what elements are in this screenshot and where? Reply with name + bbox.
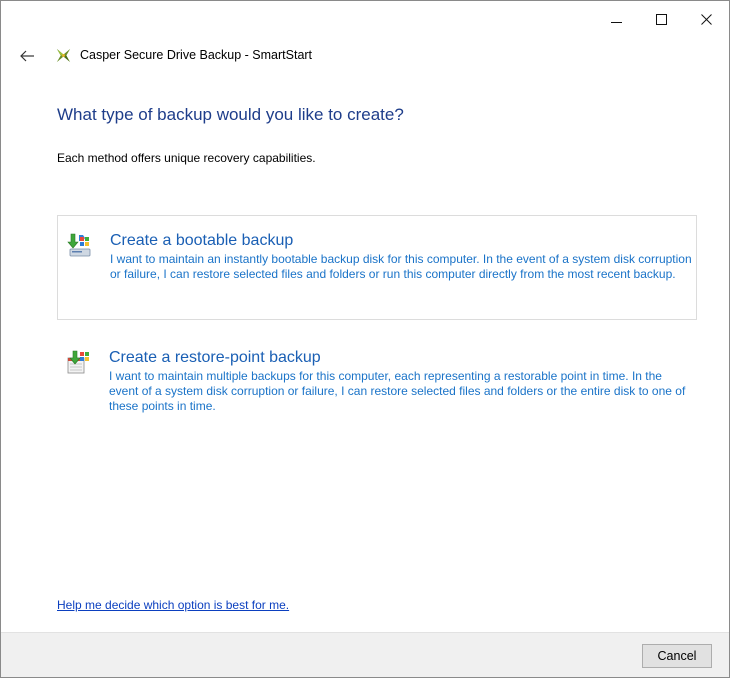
restore-point-backup-title: Create a restore-point backup — [109, 349, 321, 366]
casper-app-icon — [56, 48, 71, 63]
page-heading: What type of backup would you like to cr… — [57, 105, 404, 124]
restore-point-backup-description: I want to maintain multiple backups for … — [109, 369, 686, 413]
help-decide-link[interactable]: Help me decide which option is best for … — [57, 598, 289, 612]
window-controls — [594, 1, 729, 37]
wizard-window: Casper Secure Drive Backup - SmartStart … — [0, 0, 730, 678]
bootable-backup-description: I want to maintain an instantly bootable… — [110, 252, 692, 281]
bootable-backup-option[interactable]: Create a bootable backup I want to maint… — [57, 215, 697, 320]
bootable-backup-title: Create a bootable backup — [110, 232, 294, 249]
maximize-button[interactable] — [639, 1, 684, 37]
maximize-icon — [656, 13, 667, 25]
cancel-button[interactable]: Cancel — [642, 644, 712, 668]
page-subtitle: Each method offers unique recovery capab… — [57, 151, 316, 165]
app-title: Casper Secure Drive Backup - SmartStart — [80, 48, 313, 62]
restore-point-icon — [67, 350, 89, 374]
footer-bar: Cancel — [1, 632, 729, 677]
restore-point-backup-option[interactable]: Create a restore-point backup I want to … — [57, 333, 697, 433]
bootable-disk-icon — [67, 233, 91, 257]
minimize-button[interactable] — [594, 1, 639, 37]
minimize-icon — [611, 21, 622, 23]
close-button[interactable] — [684, 1, 729, 37]
close-icon — [701, 13, 712, 25]
back-arrow-icon[interactable] — [19, 48, 35, 64]
